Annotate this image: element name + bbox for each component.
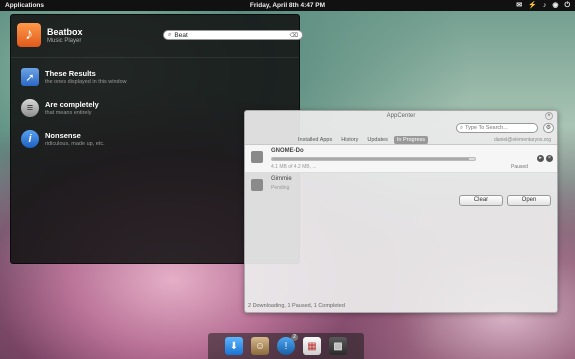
package-icon [251, 179, 263, 191]
contacts-icon[interactable]: ☺ [251, 337, 269, 355]
top-panel: Applications Friday, April 8th 4:47 PM ✉… [0, 0, 575, 11]
results-list: ➚ These Results the ones displayed in th… [21, 67, 127, 160]
appcenter-search[interactable]: ⌕ Type To Search... [456, 123, 538, 133]
music-note-icon: ♪ [17, 23, 41, 47]
appcenter-window: AppCenter × ⌕ Type To Search... ⚙ Instal… [244, 110, 558, 313]
clear-search-icon[interactable]: ⌫ [290, 32, 298, 39]
gear-icon[interactable]: ⚙ [543, 123, 554, 133]
titlebar[interactable]: AppCenter × [245, 111, 557, 121]
open-button[interactable]: Open [507, 195, 551, 206]
result-item[interactable]: i Nonsense ridiculous, made up, etc. [21, 129, 127, 149]
dock: ⬇ ☺ ! 2 ▦ ▩ [208, 333, 364, 359]
download-status: Paused [511, 164, 528, 170]
tab-history[interactable]: History [338, 136, 361, 144]
chat-icon[interactable]: ! 2 [277, 334, 298, 355]
resume-icon[interactable]: ▸ [537, 155, 544, 162]
volume-icon[interactable]: ♪ [543, 0, 547, 11]
cursor-icon: ➚ [21, 68, 39, 86]
info-icon: i [21, 130, 39, 148]
power-icon[interactable]: ⏻ [564, 0, 570, 11]
app-subtitle: Music Player [47, 37, 82, 44]
download-progress [271, 157, 476, 161]
result-title: Nonsense [45, 131, 81, 140]
download-meta: 4.1 MB of 4.2 MB, ... [271, 164, 317, 170]
tab-updates[interactable]: Updates [364, 136, 391, 144]
search-icon: ⌕ [168, 31, 172, 38]
download-icon[interactable]: ⬇ [225, 337, 243, 355]
selected-app[interactable]: ♪ Beatbox Music Player [17, 23, 83, 47]
mail-icon[interactable]: ✉ [516, 0, 522, 11]
divider [11, 57, 299, 58]
disk-icon: ≡ [21, 99, 39, 117]
tab-in-progress[interactable]: In Progress [393, 136, 428, 144]
launcher-search[interactable]: ⌕ Beat ⌫ [163, 30, 303, 40]
result-title: Are completely [45, 100, 99, 109]
result-item[interactable]: ➚ These Results the ones displayed in th… [21, 67, 127, 87]
cancel-icon[interactable]: × [546, 155, 553, 162]
progress-fill [272, 158, 469, 160]
notification-badge: 2 [291, 334, 298, 341]
search-input[interactable]: Beat [174, 32, 286, 39]
tabs: Installed Apps History Updates In Progre… [295, 136, 428, 144]
result-subtitle: that means entirely [45, 110, 92, 116]
applications-menu[interactable]: Applications [5, 2, 44, 9]
tabs-row: Installed Apps History Updates In Progre… [245, 135, 557, 145]
app-grid-icon[interactable]: ▩ [329, 337, 347, 355]
system-tray: ✉ ⚡ ♪ ◉ ⏻ [516, 0, 570, 11]
window-title: AppCenter [386, 113, 416, 119]
calendar-icon[interactable]: ▦ [303, 337, 321, 355]
tab-installed-apps[interactable]: Installed Apps [295, 136, 335, 144]
clock[interactable]: Friday, April 8th 4:47 PM [0, 2, 575, 9]
search-icon: ⌕ [460, 124, 464, 131]
close-icon[interactable]: × [545, 112, 553, 120]
result-subtitle: ridiculous, made up, etc. [45, 141, 105, 147]
account-label: daniel@elementaryos.org [493, 137, 551, 143]
package-name: GNOME-Do [271, 148, 304, 154]
result-item[interactable]: ≡ Are completely that means entirely [21, 98, 127, 118]
result-title: These Results [45, 69, 96, 78]
download-item[interactable]: GNOME-Do ▸ × 4.1 MB of 4.2 MB, ... Pause… [245, 145, 557, 173]
status-bar: 2 Downloading, 1 Paused, 1 Completed [248, 303, 345, 309]
result-subtitle: the ones displayed in this window [45, 79, 127, 85]
network-icon[interactable]: ⚡ [528, 0, 537, 11]
search-input[interactable]: Type To Search... [465, 125, 508, 131]
package-subtitle: Pending [271, 185, 290, 191]
eye-icon[interactable]: ◉ [552, 0, 558, 11]
package-icon [251, 151, 263, 163]
package-name: Gimmie [271, 176, 292, 182]
clear-button[interactable]: Clear [459, 195, 503, 206]
toolbar: ⌕ Type To Search... ⚙ [245, 121, 557, 135]
app-title: Beatbox [47, 26, 83, 37]
